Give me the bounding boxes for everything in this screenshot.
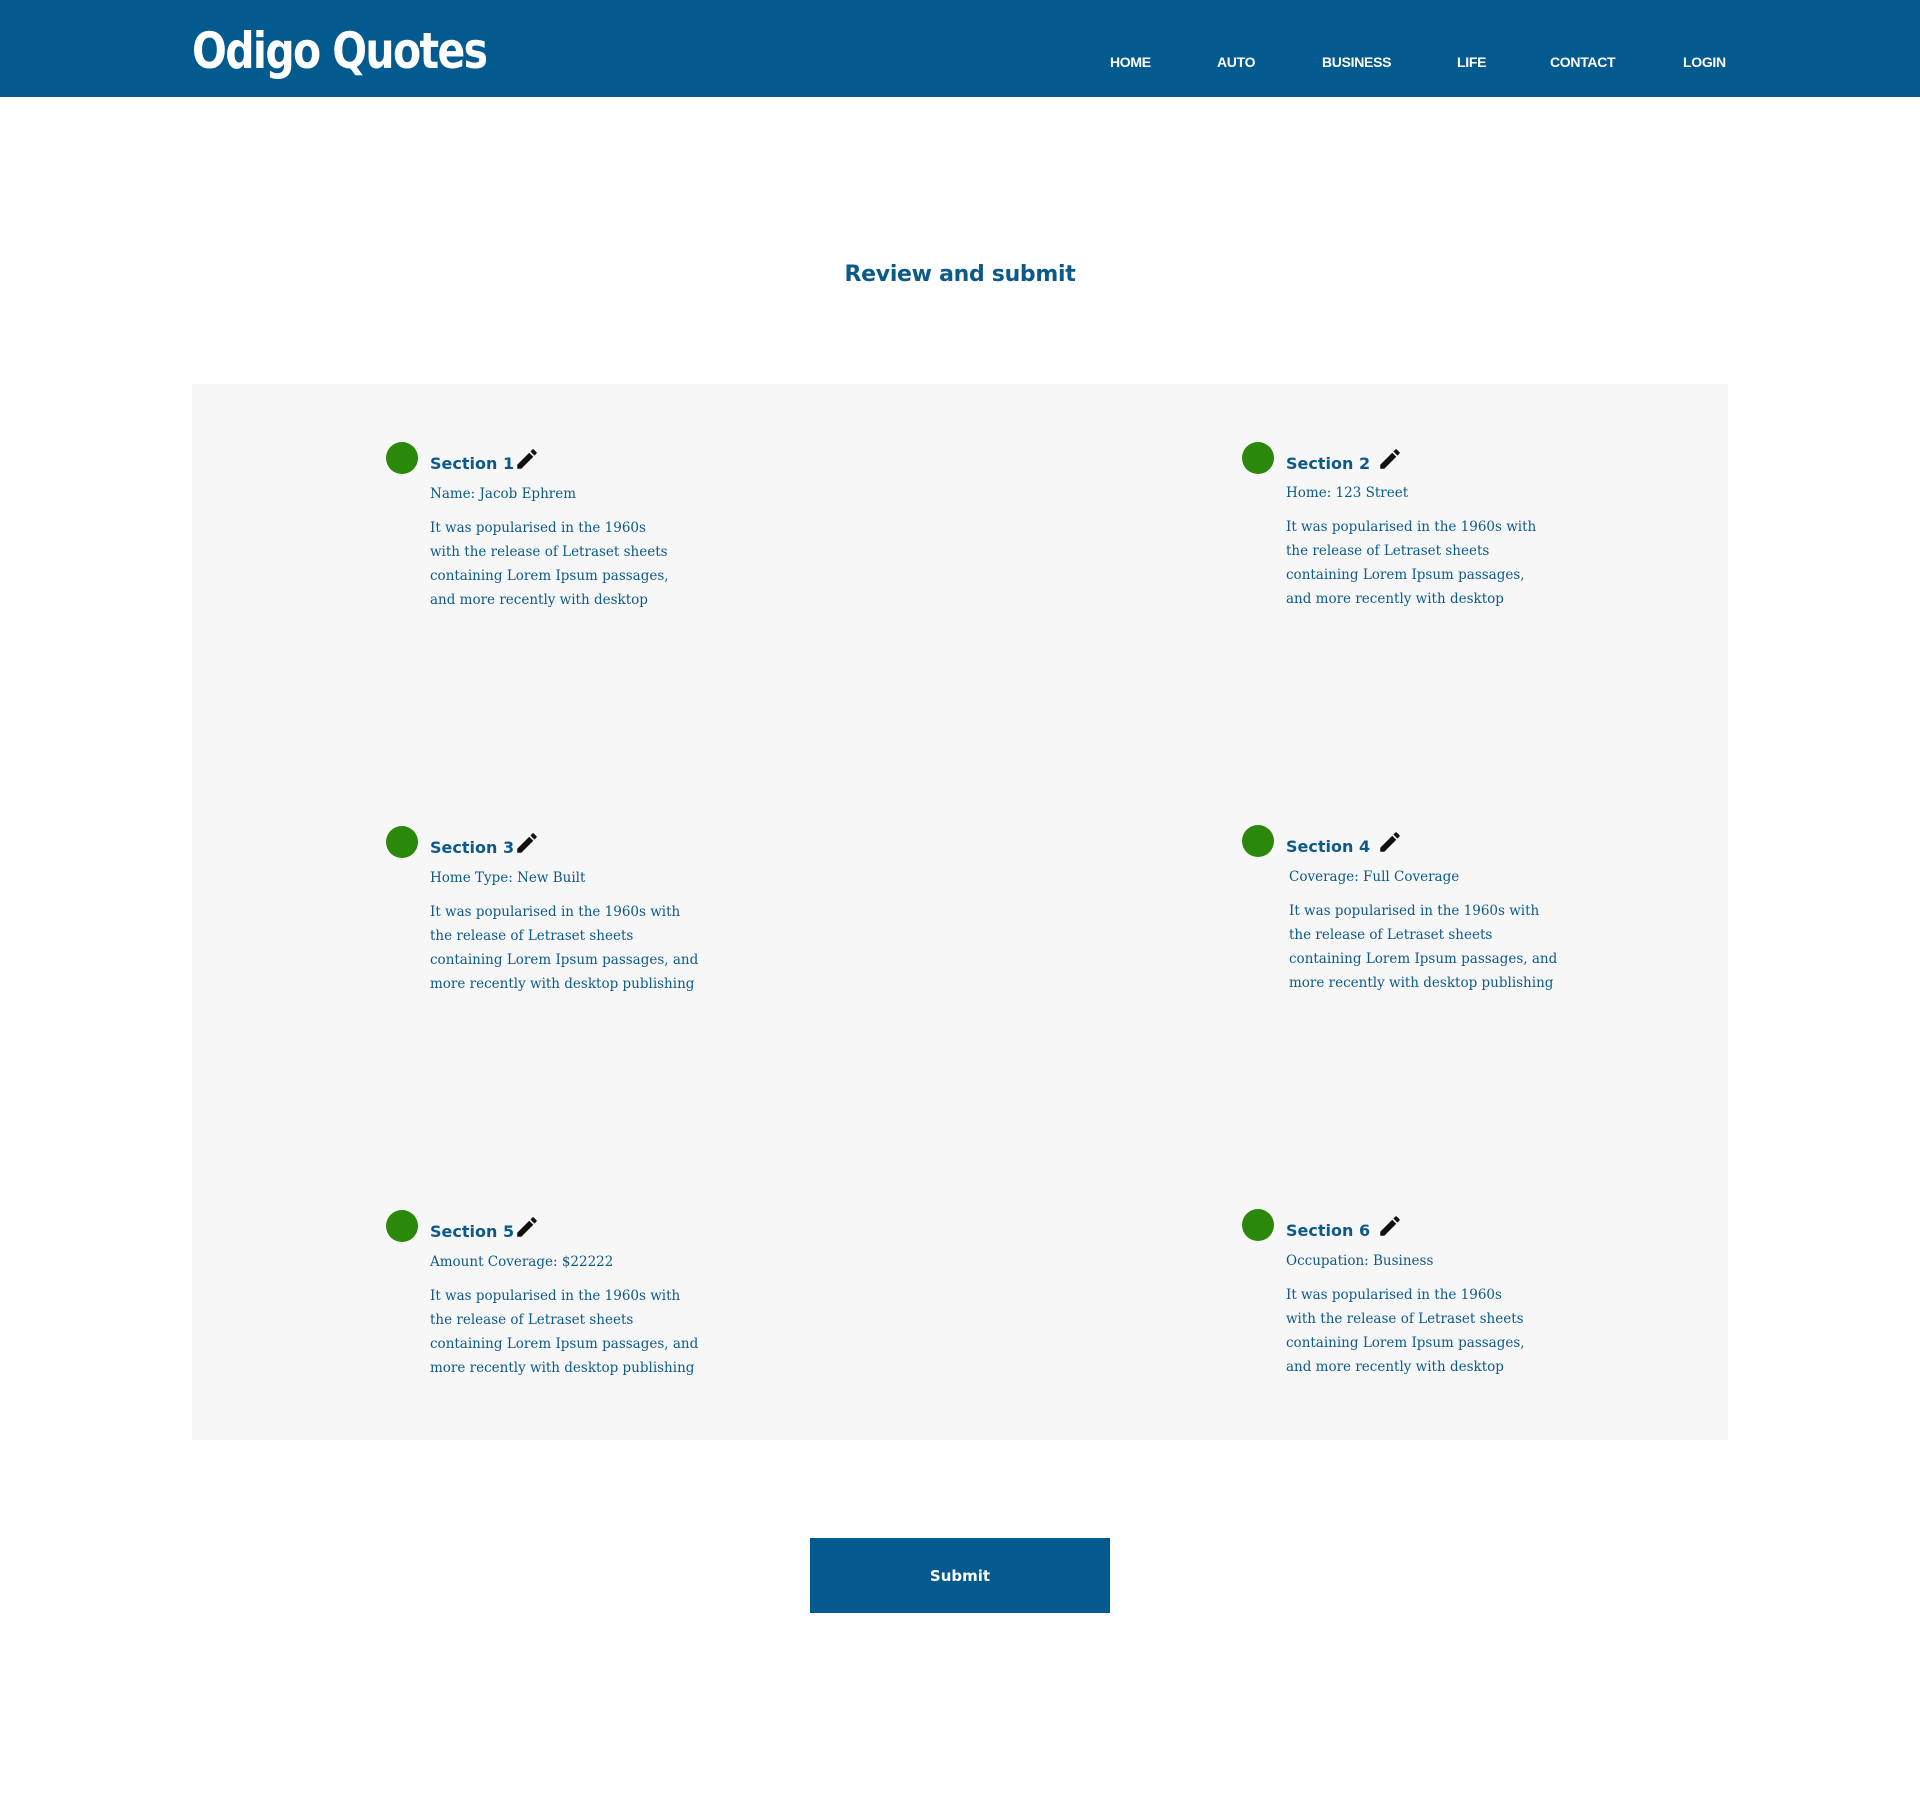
section-description: It was popularised in the 1960s with the… — [1286, 1283, 1525, 1379]
section-field: Amount Coverage: $22222 — [430, 1254, 614, 1270]
desc-line: containing Lorem Ipsum passages, — [1286, 1335, 1525, 1351]
pencil-icon[interactable] — [1377, 829, 1403, 855]
status-dot — [386, 442, 418, 474]
desc-line: the release of Letraset sheets — [430, 928, 634, 944]
desc-line: containing Lorem Ipsum passages, and — [1289, 951, 1558, 967]
section-description: It was popularised in the 1960s with the… — [1286, 515, 1536, 611]
desc-line: more recently with desktop publishing — [430, 976, 695, 992]
desc-line: the release of Letraset sheets — [430, 1312, 634, 1328]
desc-line: the release of Letraset sheets — [1289, 927, 1493, 943]
section-title: Section 6 — [1286, 1221, 1371, 1240]
section-field: Name: Jacob Ephrem — [430, 486, 577, 502]
desc-line: containing Lorem Ipsum passages, and — [430, 952, 699, 968]
section-title: Section 5 — [430, 1222, 515, 1241]
section-field: Occupation: Business — [1286, 1253, 1434, 1269]
desc-line: It was popularised in the 1960s — [430, 520, 646, 536]
desc-line: containing Lorem Ipsum passages, and — [430, 1336, 699, 1352]
nav-auto[interactable]: AUTO — [1217, 54, 1256, 70]
status-dot — [1242, 442, 1274, 474]
section-description: It was popularised in the 1960s with the… — [430, 516, 669, 612]
main-nav: HOME AUTO BUSINESS LIFE CONTACT LOGIN — [0, 54, 1920, 74]
desc-line: and more recently with desktop — [430, 592, 648, 608]
nav-contact[interactable]: CONTACT — [1550, 54, 1616, 70]
nav-login[interactable]: LOGIN — [1683, 54, 1726, 70]
desc-line: It was popularised in the 1960s with — [430, 1288, 681, 1304]
desc-line: more recently with desktop publishing — [1289, 975, 1554, 991]
desc-line: with the release of Letraset sheets — [430, 544, 668, 560]
section-description: It was popularised in the 1960s with the… — [430, 1284, 698, 1380]
status-dot — [1242, 1209, 1274, 1241]
section-field: Home Type: New Built — [430, 870, 586, 886]
pencil-icon[interactable] — [514, 1214, 540, 1240]
desc-line: containing Lorem Ipsum passages, — [1286, 567, 1525, 583]
section-title: Section 1 — [430, 454, 515, 473]
section-title: Section 4 — [1286, 837, 1371, 856]
status-dot — [386, 826, 418, 858]
section-field: Home: 123 Street — [1286, 485, 1409, 501]
pencil-icon[interactable] — [514, 446, 540, 472]
pencil-icon[interactable] — [1377, 1213, 1403, 1239]
desc-line: containing Lorem Ipsum passages, — [430, 568, 669, 584]
desc-line: It was popularised in the 1960s with — [1286, 519, 1537, 535]
nav-home[interactable]: HOME — [1110, 54, 1151, 70]
section-description: It was popularised in the 1960s with the… — [1289, 899, 1557, 995]
desc-line: It was popularised in the 1960s with — [430, 904, 681, 920]
site-header: Odigo Quotes HOME AUTO BUSINESS LIFE CON… — [0, 0, 1920, 97]
review-panel: Section 1 Name: Jacob Ephrem It was popu… — [192, 384, 1728, 1440]
desc-line: the release of Letraset sheets — [1286, 543, 1490, 559]
desc-line: more recently with desktop publishing — [430, 1360, 695, 1376]
status-dot — [386, 1210, 418, 1242]
section-field: Coverage: Full Coverage — [1289, 869, 1460, 885]
pencil-icon[interactable] — [514, 830, 540, 856]
section-title: Section 2 — [1286, 454, 1371, 473]
desc-line: and more recently with desktop — [1286, 1359, 1504, 1375]
desc-line: and more recently with desktop — [1286, 591, 1504, 607]
status-dot — [1242, 825, 1274, 857]
section-description: It was popularised in the 1960s with the… — [430, 900, 698, 996]
pencil-icon[interactable] — [1377, 446, 1403, 472]
submit-button[interactable]: Submit — [810, 1538, 1110, 1613]
nav-business[interactable]: BUSINESS — [1322, 54, 1391, 70]
page-title: Review and submit — [844, 262, 1076, 287]
section-title: Section 3 — [430, 838, 515, 857]
desc-line: with the release of Letraset sheets — [1286, 1311, 1524, 1327]
nav-life[interactable]: LIFE — [1457, 54, 1486, 70]
desc-line: It was popularised in the 1960s with — [1289, 903, 1540, 919]
desc-line: It was popularised in the 1960s — [1286, 1287, 1502, 1303]
